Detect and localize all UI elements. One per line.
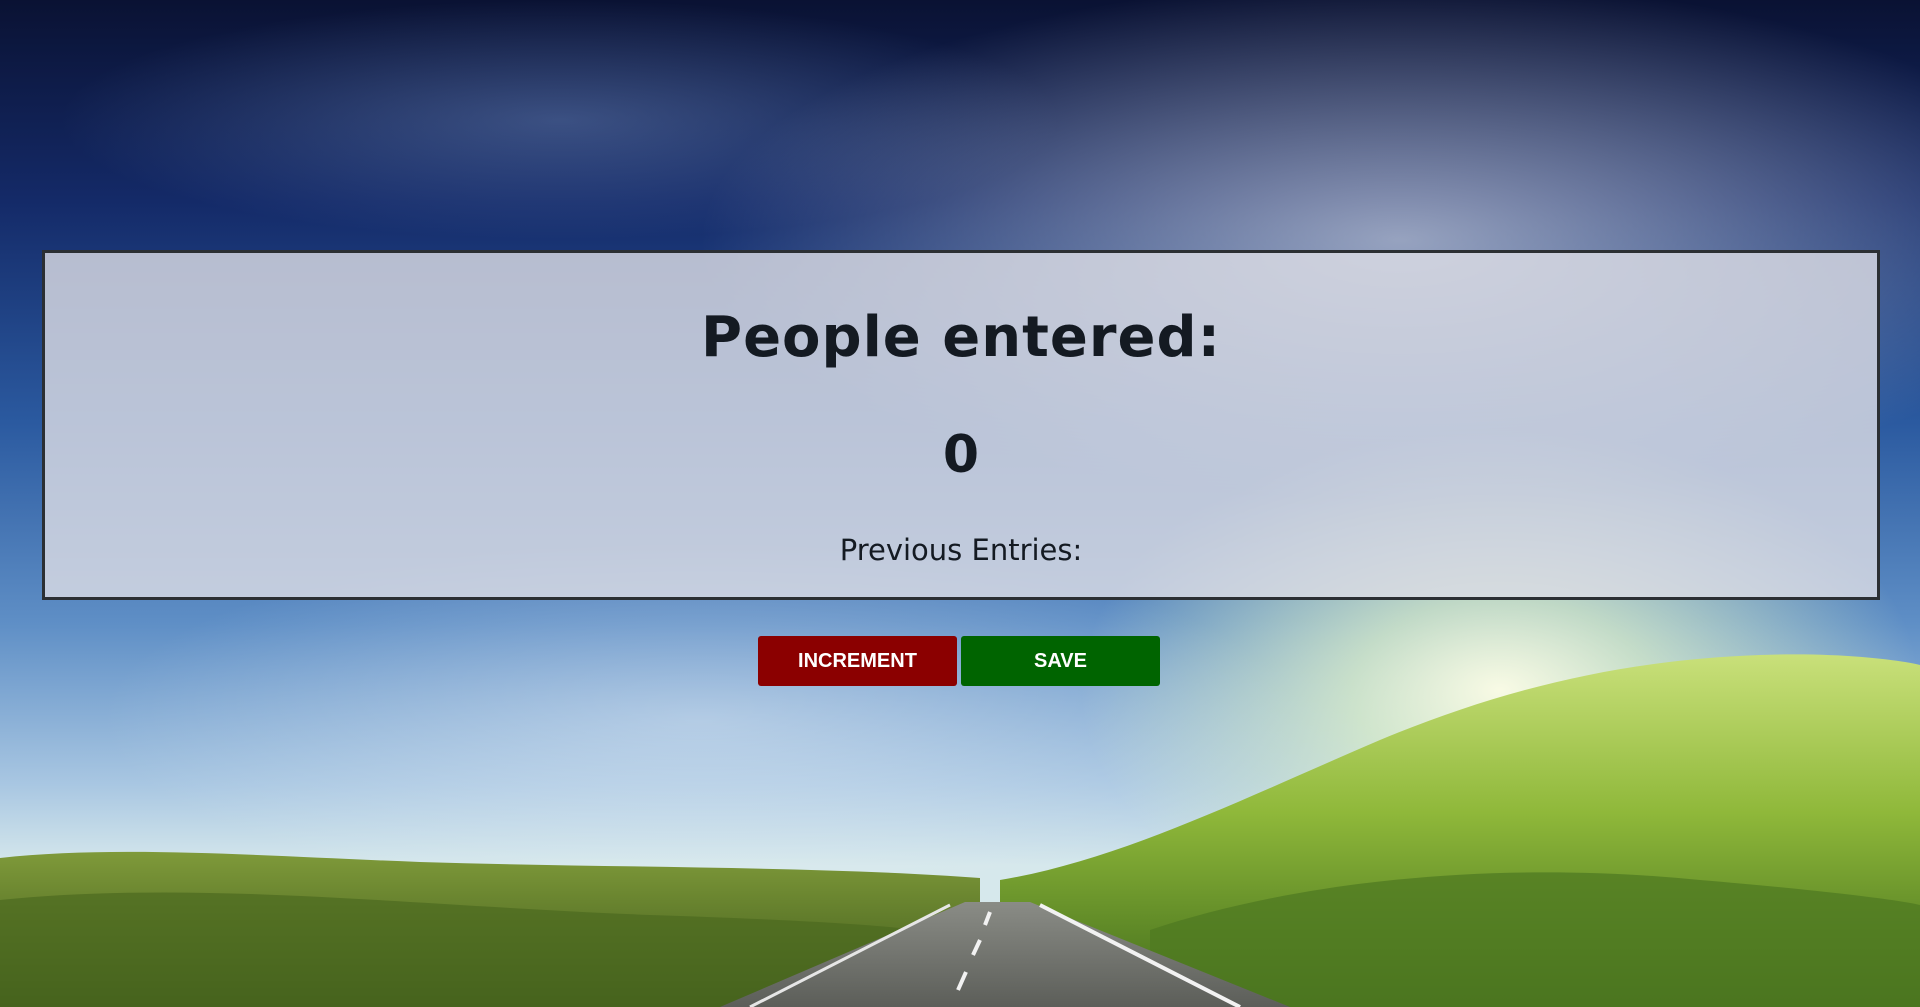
people-count-value: 0 [942, 425, 980, 485]
people-entered-heading: People entered: [701, 305, 1221, 370]
increment-button[interactable]: INCREMENT [758, 636, 957, 686]
action-buttons: INCREMENT SAVE [758, 636, 1160, 686]
previous-entries-label: Previous Entries: [839, 533, 1083, 567]
people-counter-panel: People entered: 0 Previous Entries: [42, 250, 1880, 600]
save-button[interactable]: SAVE [961, 636, 1160, 686]
